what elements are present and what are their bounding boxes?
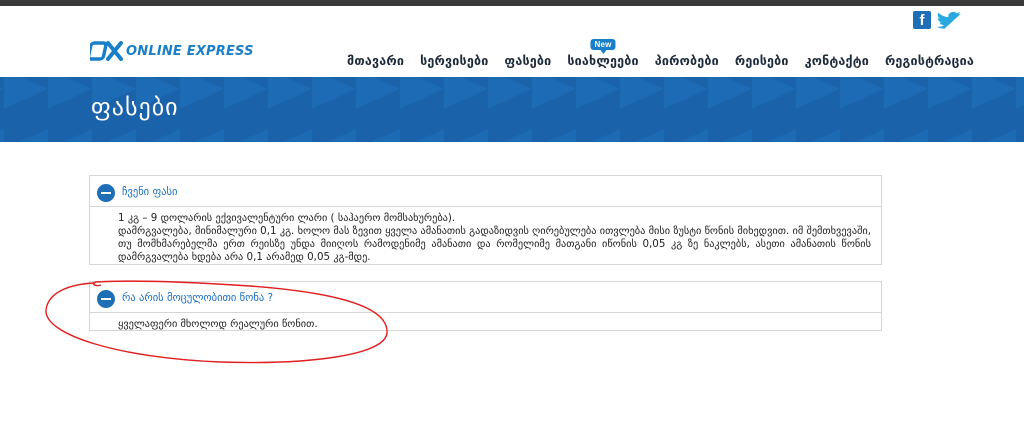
facebook-icon[interactable]: f — [913, 11, 931, 29]
faq-panel-price: ჩვენი ფასი 1 კგ – 9 დოლარის ექვივალენტურ… — [89, 175, 882, 265]
faq-header-price[interactable]: ჩვენი ფასი — [90, 176, 881, 207]
faq-header-volume-weight[interactable]: რა არის მოცულობითი წონა ? — [90, 282, 881, 313]
nav-item-flights[interactable]: რეისები — [735, 53, 789, 68]
nav-item-news-label: სიახლეები — [567, 53, 639, 68]
main-nav: მთავარი სერვისები ფასები სიახლეები New პ… — [347, 39, 974, 68]
nav-item-prices[interactable]: ფასები — [504, 53, 551, 68]
twitter-icon[interactable] — [937, 11, 963, 29]
faq-body-price: 1 კგ – 9 დოლარის ექვივალენტური ლარი ( სა… — [90, 207, 881, 272]
new-badge: New — [590, 39, 616, 54]
site-logo[interactable]: ONLINE EXPRESS — [90, 40, 254, 62]
faq-title-volume-weight: რა არის მოცულობითი წონა ? — [122, 292, 274, 304]
nav-item-register[interactable]: რეგისტრაცია — [885, 53, 974, 68]
site-header: ONLINE EXPRESS f მთავარი სერვისები ფასებ… — [0, 6, 1024, 77]
nav-item-terms[interactable]: პირობები — [655, 53, 719, 68]
faq-body-volume-weight: ყველაფერი მხოლოდ რეალური წონით. — [90, 313, 881, 339]
page-banner: ფასები — [0, 77, 1024, 142]
faq-panel-volume-weight: რა არის მოცულობითი წონა ? ყველაფერი მხოლ… — [89, 281, 882, 331]
page-title: ფასები — [91, 93, 179, 121]
logo-text: ONLINE EXPRESS — [126, 43, 254, 59]
social-links: f — [913, 11, 963, 29]
faq-price-line-2: დამრგვალება, მინიმალური 0,1 კგ. ხოლო მას… — [118, 225, 871, 263]
collapse-icon[interactable] — [97, 290, 115, 308]
faq-volume-line-1: ყველაფერი მხოლოდ რეალური წონით. — [118, 318, 318, 330]
faq-title-price: ჩვენი ფასი — [122, 186, 178, 198]
nav-item-contact[interactable]: კონტაქტი — [805, 53, 869, 68]
faq-price-line-1: 1 კგ – 9 დოლარის ექვივალენტური ლარი ( სა… — [118, 212, 456, 224]
collapse-icon[interactable] — [97, 184, 115, 202]
nav-item-news[interactable]: სიახლეები New — [567, 39, 639, 68]
nav-item-home[interactable]: მთავარი — [347, 53, 404, 68]
ox-logo-mark — [90, 40, 124, 62]
nav-item-services[interactable]: სერვისები — [420, 53, 488, 68]
